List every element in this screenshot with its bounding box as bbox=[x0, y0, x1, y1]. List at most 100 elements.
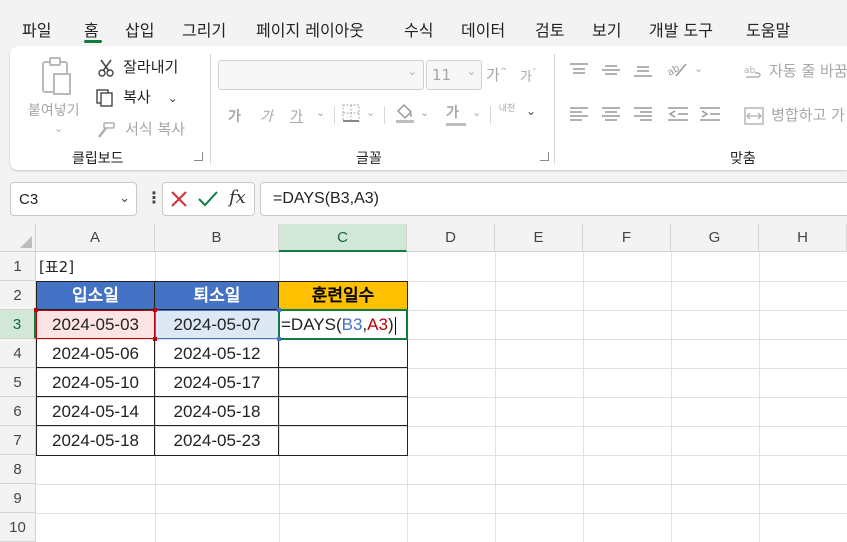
name-box-chevron-icon[interactable]: ⌄ bbox=[119, 191, 130, 206]
border-button[interactable] bbox=[342, 104, 360, 126]
italic-button[interactable]: 가 bbox=[260, 106, 273, 126]
tab-insert[interactable]: 삽입 bbox=[125, 17, 154, 41]
row-header-4[interactable]: 4 bbox=[0, 339, 36, 368]
column-header-d[interactable]: D bbox=[407, 224, 495, 252]
cell-b6[interactable]: 2024-05-18 bbox=[155, 397, 279, 426]
font-size-select[interactable]: 11 ⌄ bbox=[426, 60, 482, 90]
fill-color-chevron-icon[interactable]: ⌄ bbox=[420, 106, 429, 119]
ref-handle[interactable] bbox=[153, 308, 157, 312]
font-launcher-icon[interactable] bbox=[540, 152, 549, 161]
row-header-3[interactable]: 3 bbox=[0, 310, 36, 339]
tab-review[interactable]: 검토 bbox=[535, 17, 564, 41]
underline-chevron-icon[interactable]: ⌄ bbox=[316, 106, 325, 119]
formula-input[interactable]: =DAYS(B3,A3) bbox=[260, 182, 847, 216]
row-header-8[interactable]: 8 bbox=[0, 455, 36, 484]
cell-c6[interactable] bbox=[279, 397, 407, 426]
cell-c4[interactable] bbox=[279, 339, 407, 368]
phonetic-button[interactable]: 내천 bbox=[498, 104, 516, 114]
wrap-text-icon: ab bbox=[744, 66, 761, 78]
merge-center-button[interactable]: 병합하고 가 bbox=[744, 104, 845, 125]
align-top-button[interactable] bbox=[570, 62, 588, 82]
column-header-b[interactable]: B bbox=[155, 224, 279, 252]
table-divider bbox=[36, 396, 408, 397]
ref-handle[interactable] bbox=[34, 308, 38, 312]
cancel-button[interactable] bbox=[169, 187, 189, 213]
cell-a1[interactable]: [표2] bbox=[39, 256, 74, 277]
row-header-5[interactable]: 5 bbox=[0, 368, 36, 397]
cell-a7[interactable]: 2024-05-18 bbox=[36, 426, 155, 455]
header-cell-admission[interactable]: 입소일 bbox=[36, 281, 155, 310]
enter-button[interactable] bbox=[197, 187, 219, 213]
header-cell-training-days[interactable]: 훈련일수 bbox=[279, 281, 407, 310]
cell-a5[interactable]: 2024-05-10 bbox=[36, 368, 155, 397]
align-middle-button[interactable] bbox=[602, 62, 620, 82]
tab-file[interactable]: 파일 bbox=[22, 17, 51, 41]
phonetic-chevron-icon[interactable]: ⌄ bbox=[526, 104, 536, 118]
cell-a6[interactable]: 2024-05-14 bbox=[36, 397, 155, 426]
border-chevron-icon[interactable]: ⌄ bbox=[366, 106, 375, 119]
row-header-10[interactable]: 10 bbox=[0, 513, 36, 542]
cell-c7[interactable] bbox=[279, 426, 407, 455]
font-name-select[interactable]: ⌄ bbox=[218, 60, 424, 90]
ribbon-separator bbox=[554, 54, 555, 164]
cell-b5[interactable]: 2024-05-17 bbox=[155, 368, 279, 397]
shrink-font-button[interactable]: 가ˇ bbox=[520, 66, 536, 85]
clipboard-launcher-icon[interactable] bbox=[194, 152, 203, 161]
select-all-button[interactable] bbox=[0, 224, 36, 252]
grow-font-button[interactable]: 가^ bbox=[486, 64, 507, 85]
column-header-e[interactable]: E bbox=[495, 224, 583, 252]
font-color-button[interactable]: 가 bbox=[446, 102, 466, 126]
column-header-g[interactable]: G bbox=[671, 224, 759, 252]
underline-button[interactable]: 가 bbox=[290, 106, 303, 126]
row-header-6[interactable]: 6 bbox=[0, 397, 36, 426]
tab-developer[interactable]: 개발 도구 bbox=[649, 17, 713, 41]
copy-chevron-icon[interactable]: ⌄ bbox=[168, 91, 178, 105]
cell-a4[interactable]: 2024-05-06 bbox=[36, 339, 155, 368]
row-header-7[interactable]: 7 bbox=[0, 426, 36, 455]
increase-indent-button[interactable] bbox=[700, 106, 720, 126]
ref-handle[interactable] bbox=[153, 337, 157, 341]
ref-handle[interactable] bbox=[277, 337, 281, 341]
ref-handle[interactable] bbox=[277, 308, 281, 312]
align-right-button[interactable] bbox=[634, 106, 652, 126]
tab-help[interactable]: 도움말 bbox=[746, 17, 790, 41]
cell-b4[interactable]: 2024-05-12 bbox=[155, 339, 279, 368]
font-color-swatch bbox=[446, 123, 466, 126]
wrap-text-button[interactable]: ab 자동 줄 바꿈 bbox=[744, 60, 847, 81]
cell-b7[interactable]: 2024-05-23 bbox=[155, 426, 279, 455]
column-header-a[interactable]: A bbox=[36, 224, 155, 252]
tab-page-layout[interactable]: 페이지 레이아웃 bbox=[256, 17, 364, 41]
worksheet-grid[interactable]: A B C D E F G H 1 2 3 4 5 6 7 8 9 10 [표2… bbox=[0, 224, 847, 542]
tab-formulas[interactable]: 수식 bbox=[404, 17, 433, 41]
tab-home[interactable]: 홈 bbox=[84, 17, 99, 41]
fill-color-button[interactable] bbox=[394, 102, 416, 128]
decrease-indent-button[interactable] bbox=[668, 106, 688, 126]
row-header-9[interactable]: 9 bbox=[0, 484, 36, 513]
bold-button[interactable]: 가 bbox=[228, 106, 241, 126]
header-cell-discharge[interactable]: 퇴소일 bbox=[155, 281, 279, 310]
row-header-2[interactable]: 2 bbox=[0, 281, 36, 310]
tab-draw[interactable]: 그리기 bbox=[182, 17, 226, 41]
orientation-button[interactable]: ab bbox=[665, 60, 688, 82]
column-header-h[interactable]: H bbox=[759, 224, 847, 252]
paste-chevron-icon[interactable]: ⌄ bbox=[54, 122, 63, 135]
name-box[interactable]: C3 ⌄ bbox=[10, 182, 137, 216]
insert-function-button[interactable]: fx bbox=[229, 187, 246, 208]
tab-data[interactable]: 데이터 bbox=[461, 17, 505, 41]
align-bottom-button[interactable] bbox=[634, 62, 652, 82]
tab-view[interactable]: 보기 bbox=[592, 17, 621, 41]
align-left-button[interactable] bbox=[570, 106, 588, 126]
align-center-button[interactable] bbox=[602, 106, 620, 126]
font-color-chevron-icon[interactable]: ⌄ bbox=[472, 106, 481, 119]
cell-c5[interactable] bbox=[279, 368, 407, 397]
more-options-icon[interactable]: ⋮ bbox=[146, 188, 162, 207]
ribbon: 붙여넣기 ⌄ 잘라내기 복사 ⌄ 서식 복사 클립보드 ⌄ 11 ⌄ 가^ 가ˇ… bbox=[10, 46, 847, 170]
column-header-c[interactable]: C bbox=[279, 224, 407, 252]
copy-button[interactable]: 복사 ⌄ bbox=[96, 86, 178, 107]
paste-button[interactable] bbox=[38, 56, 74, 96]
format-painter-button[interactable]: 서식 복사 bbox=[96, 118, 185, 139]
cut-button[interactable]: 잘라내기 bbox=[98, 56, 178, 77]
column-header-f[interactable]: F bbox=[583, 224, 671, 252]
row-header-1[interactable]: 1 bbox=[0, 252, 36, 281]
orientation-chevron-icon[interactable]: ⌄ bbox=[694, 62, 703, 75]
